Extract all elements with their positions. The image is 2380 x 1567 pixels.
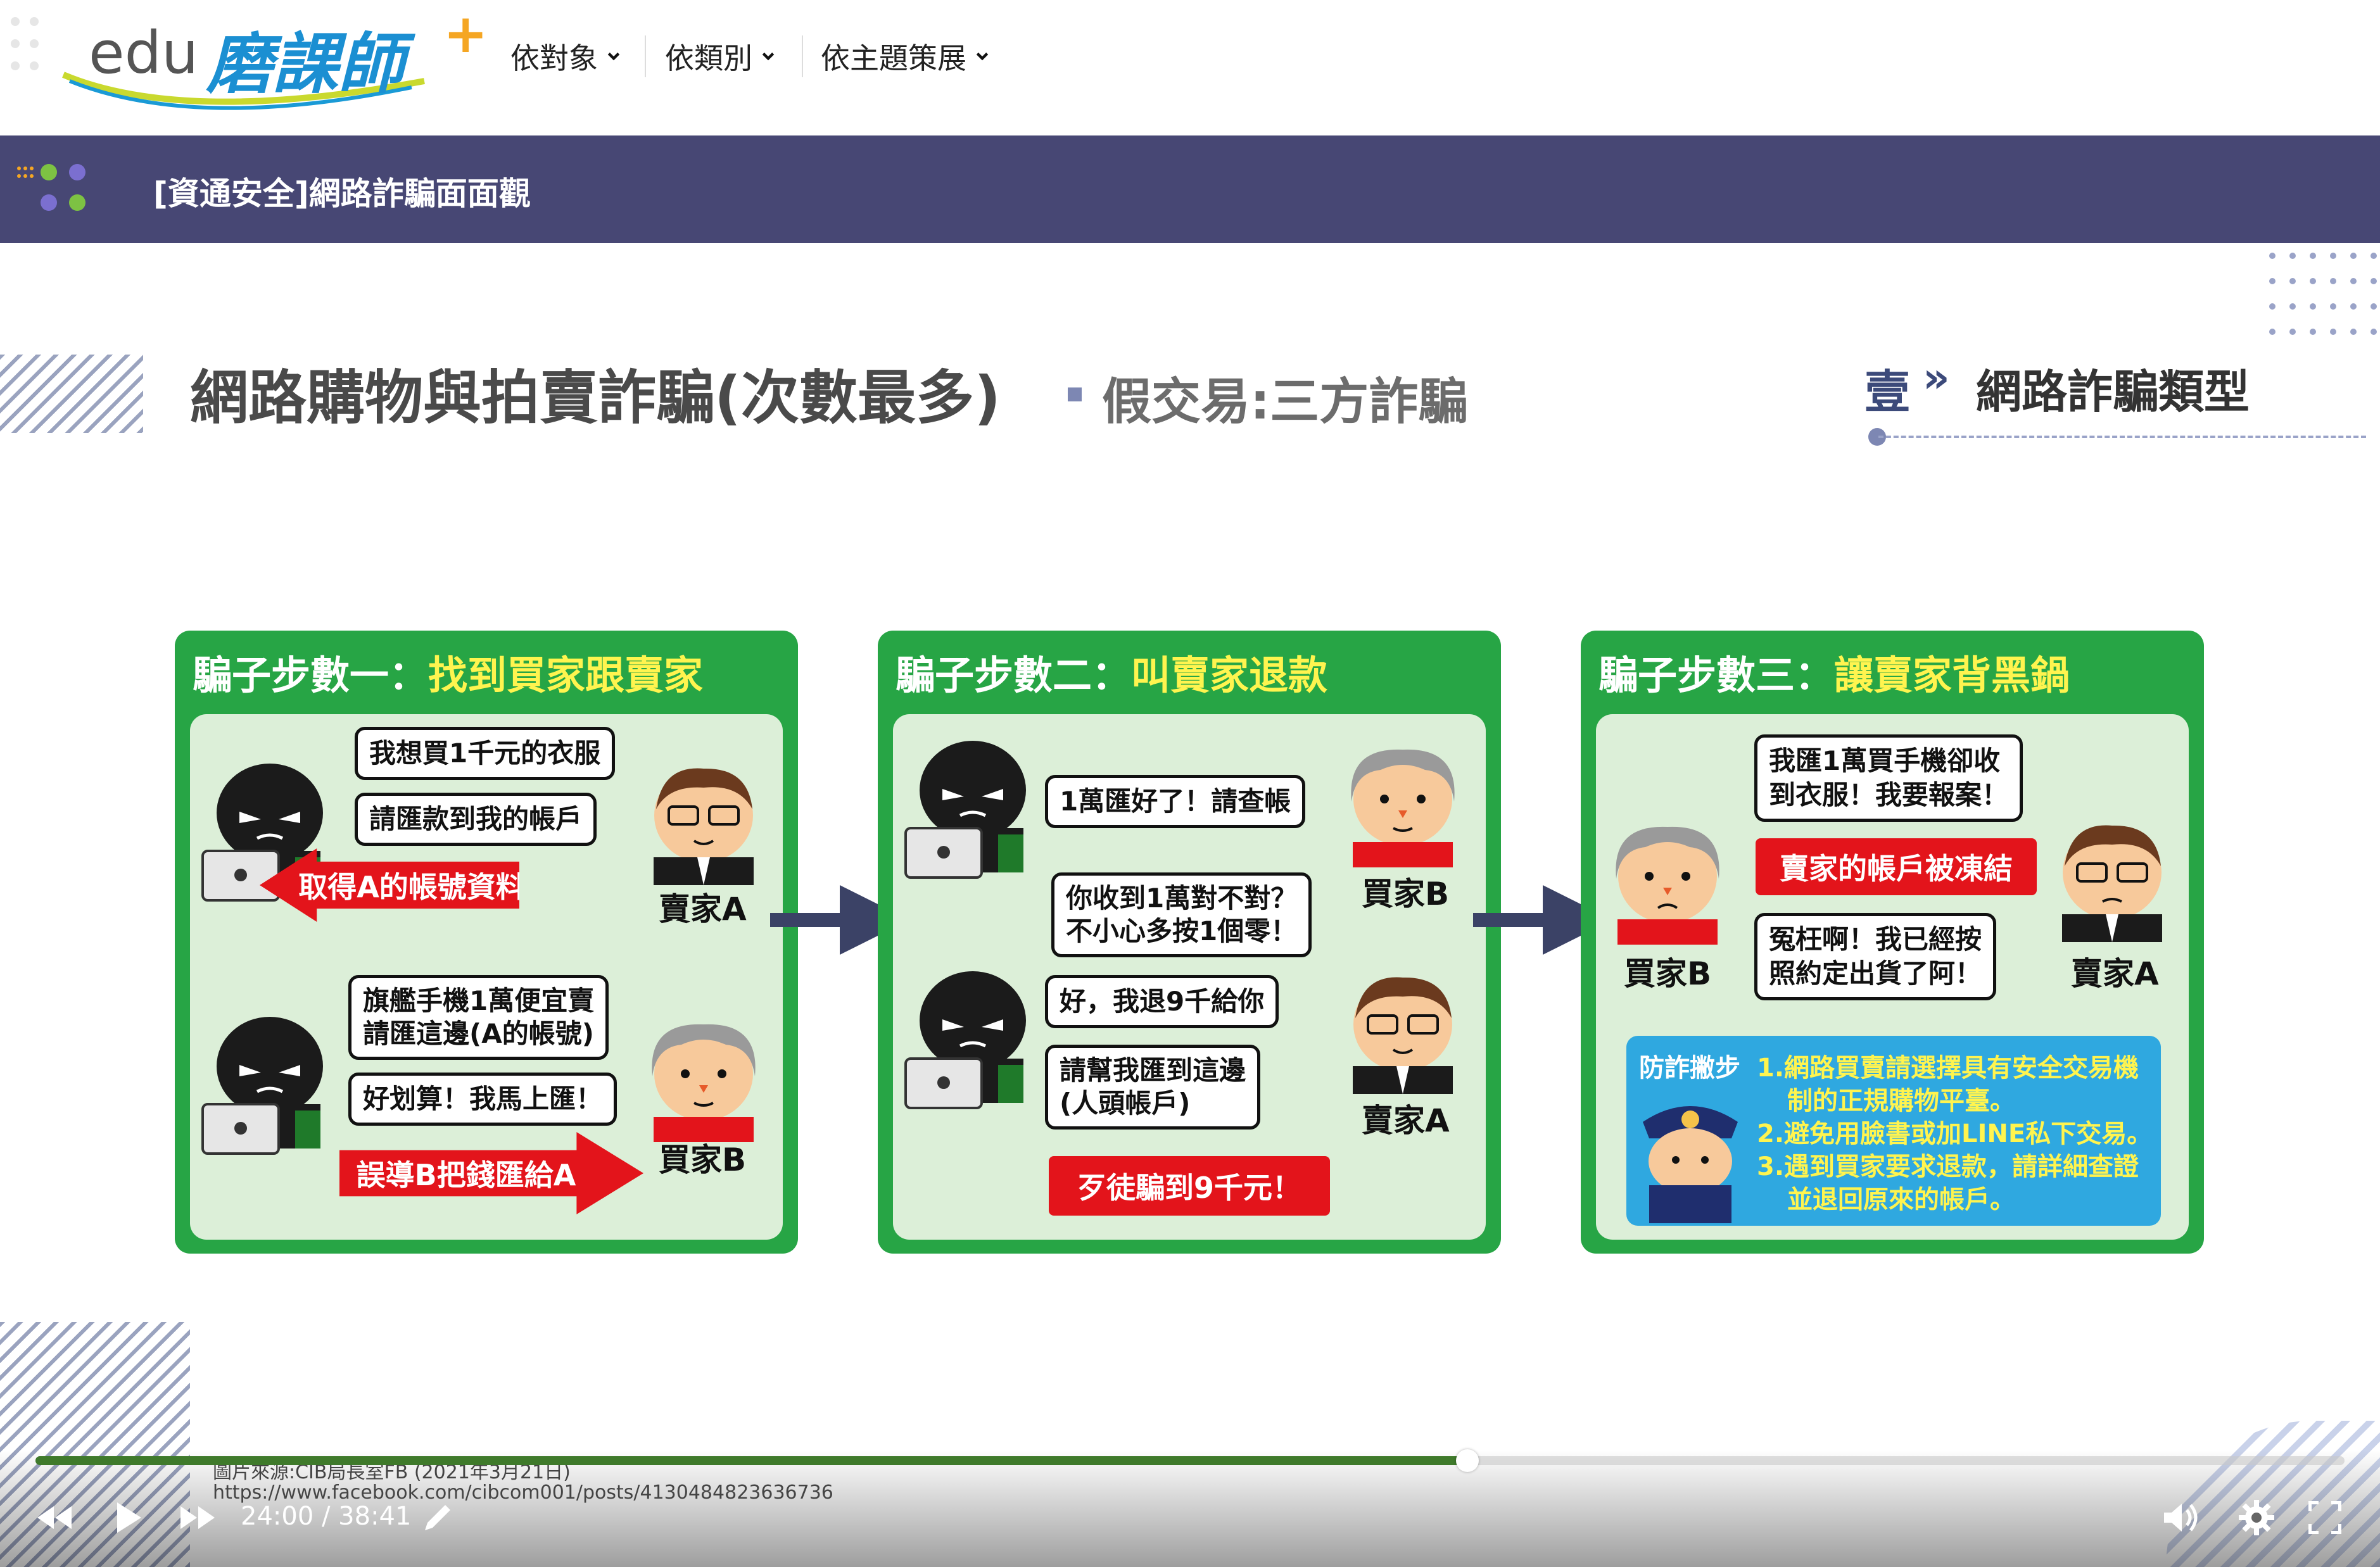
- fast-forward-icon: [180, 1506, 215, 1529]
- tip-line: 2.避免用臉書或加LINE私下交易。: [1757, 1119, 2153, 1149]
- tips-title: 防詐撇步: [1639, 1054, 1740, 1083]
- seller-a-avatar-icon: [2062, 825, 2162, 942]
- step-panel-1: 騙子步數一：找到買家跟賣家 我想買1千元的衣服 請匯款到我的帳戶 取得A的帳號資…: [175, 631, 798, 1254]
- hatch-decoration: [0, 355, 143, 433]
- chevron-down-icon: [607, 53, 620, 61]
- step-panel-2: 騙子步數二：叫賣家退款 1萬匯好了！請查帳 買家B 你收到1萬對不對？ 不小心多…: [878, 631, 1501, 1254]
- panel-heading: 騙子步數一：找到買家跟賣家: [193, 652, 704, 698]
- gear-icon: [2239, 1500, 2274, 1535]
- slide-title: 網路購物與拍賣詐騙(次數最多): [190, 364, 1001, 432]
- section-number: 壹: [1864, 365, 1911, 418]
- logo-prefix: edu: [89, 19, 199, 87]
- police-officer-icon: [1643, 1106, 1738, 1223]
- character-label: 賣家A: [2071, 955, 2159, 992]
- tip-line: 3.遇到買家要求退款，請詳細查證: [1757, 1152, 2139, 1181]
- chevron-down-icon: [762, 53, 775, 61]
- character-label: 賣家A: [1362, 1102, 1450, 1139]
- step-panel-3: 騙子步數三：讓賣家背黑鍋 我匯1萬買手機卻收 到衣服！我要報案！ 買家B 賣家的帳…: [1581, 631, 2204, 1254]
- speech-bubble: 旗艦手機1萬便宜賣 請匯這邊(A的帳號): [348, 975, 609, 1060]
- alert-arrow: 誤導B把錢匯給A: [339, 1132, 643, 1214]
- scammer-icon: [904, 741, 1026, 879]
- speech-bubble: 好，我退9千給你: [1045, 975, 1279, 1028]
- seller-a-avatar-icon: [1353, 977, 1453, 1094]
- buyer-b-avatar-icon: [1616, 826, 1719, 945]
- tip-line: 制的正規購物平臺。: [1787, 1086, 2015, 1116]
- nav-label: 依類別: [665, 41, 752, 75]
- volume-button[interactable]: [2160, 1495, 2204, 1540]
- seller-a-avatar-icon: [654, 768, 754, 885]
- speech-bubble: 請匯款到我的帳戶: [355, 793, 597, 846]
- progress-fill: [35, 1456, 1467, 1465]
- play-button[interactable]: [106, 1495, 151, 1540]
- speech-bubble: 好划算！我馬上匯！: [348, 1073, 617, 1126]
- rewind-button[interactable]: [32, 1495, 76, 1540]
- nav-divider: [802, 35, 803, 77]
- nav-divider: [645, 35, 646, 77]
- dots-decoration-icon: [2269, 253, 2377, 335]
- settings-button[interactable]: [2234, 1495, 2279, 1540]
- rewind-icon: [37, 1506, 72, 1529]
- slide-subtitle: 假交易:三方詐騙: [1102, 374, 1468, 431]
- tip-line: 並退回原來的帳戶。: [1787, 1185, 2015, 1214]
- tip-line: 1.網路買賣請選擇具有安全交易機: [1757, 1054, 2139, 1083]
- panel-body: 1萬匯好了！請查帳 買家B 你收到1萬對不對？ 不小心多按1個零！ 好，我退9千…: [893, 714, 1486, 1240]
- subtitle-marker: [1068, 387, 1082, 401]
- speech-bubble: 冤枉啊！我已經按 照約定出貨了阿！: [1754, 913, 1997, 1000]
- character-label: 買家B: [659, 1142, 747, 1178]
- scammer-icon: [201, 1017, 323, 1155]
- double-chevron-icon: »: [1923, 353, 1950, 402]
- nav-by-audience[interactable]: 依對象: [510, 28, 621, 85]
- play-icon: [117, 1502, 141, 1533]
- section-dashed-line: [1878, 436, 2366, 438]
- site-header: edu 磨課師 + 依對象 依類別 依主題策展: [0, 0, 2380, 135]
- speech-bubble: 你收到1萬對不對？ 不小心多按1個零！: [1051, 872, 1312, 957]
- logo-plus-icon: +: [443, 3, 488, 65]
- speech-bubble: 1萬匯好了！請查帳: [1045, 775, 1306, 828]
- video-slide[interactable]: 網路購物與拍賣詐騙(次數最多) 假交易:三方詐騙 壹 » 網路詐騙類型 騙子步數…: [0, 243, 2380, 1567]
- alert-tag: 歹徒騙到9千元！: [1049, 1156, 1330, 1216]
- panel-body: 我匯1萬買手機卻收 到衣服！我要報案！ 買家B 賣家的帳戶被凍結 冤枉啊！我已經按…: [1596, 714, 2189, 1240]
- annotate-button[interactable]: [415, 1495, 460, 1540]
- character-label: 賣家A: [659, 891, 747, 928]
- time-display: 24:00 / 38:41: [241, 1502, 412, 1531]
- panel-heading: 騙子步數三：讓賣家背黑鍋: [1598, 652, 2070, 698]
- buyer-b-avatar-icon: [652, 1024, 756, 1142]
- scammer-icon: [904, 971, 1026, 1109]
- progress-bar[interactable]: [35, 1449, 2345, 1472]
- nav-label: 依主題策展: [821, 41, 966, 75]
- anti-fraud-tips: 防詐撇步 1.網路買賣請選擇具有安全交易機 制的正規購物平臺。 2.避免用臉書或…: [1626, 1036, 2161, 1226]
- alert-tag: 賣家的帳戶被凍結: [1756, 838, 2037, 895]
- volume-icon: [2164, 1504, 2198, 1532]
- speech-bubble: 我匯1萬買手機卻收 到衣服！我要報案！: [1754, 734, 2023, 822]
- fast-forward-button[interactable]: [176, 1495, 220, 1540]
- fullscreen-icon: [2308, 1501, 2341, 1534]
- site-logo[interactable]: edu 磨課師 +: [25, 3, 494, 114]
- section-label: 網路詐騙類型: [1976, 365, 2250, 418]
- fullscreen-button[interactable]: [2303, 1495, 2347, 1540]
- nav-label: 依對象: [510, 41, 598, 75]
- image-source-url: https://www.facebook.com/cibcom001/posts…: [213, 1482, 833, 1504]
- buyer-b-avatar-icon: [1351, 749, 1455, 867]
- pencil-icon: [425, 1505, 450, 1530]
- course-title-bar: [資通安全]網路詐騙面面觀: [0, 135, 2380, 243]
- speech-bubble: 請幫我匯到這邊 (人頭帳戶): [1045, 1045, 1261, 1130]
- progress-handle[interactable]: [1455, 1449, 1479, 1472]
- character-label: 買家B: [1362, 876, 1450, 912]
- panel-body: 我想買1千元的衣服 請匯款到我的帳戶 取得A的帳號資料 賣家A 旗艦手機1萬便宜…: [190, 714, 783, 1240]
- course-dots-icon: [17, 164, 85, 211]
- chevron-down-icon: [976, 53, 989, 61]
- course-title: [資通安全]網路詐騙面面觀: [153, 175, 531, 212]
- panel-heading: 騙子步數二：叫賣家退款: [896, 652, 1328, 698]
- character-label: 買家B: [1624, 955, 1712, 992]
- logo-name: 磨課師: [206, 25, 405, 103]
- nav-by-category[interactable]: 依類別: [665, 28, 775, 85]
- speech-bubble: 我想買1千元的衣服: [355, 727, 616, 780]
- nav-by-theme[interactable]: 依主題策展: [821, 28, 989, 85]
